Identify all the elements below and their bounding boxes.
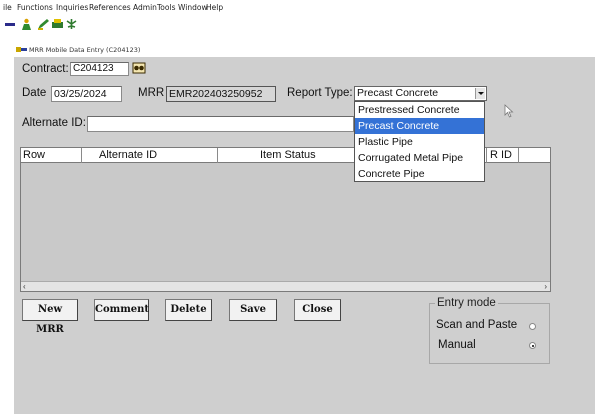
mrr-data-entry-window: MRR Mobile Data Entry (C204123) Contract… [14, 43, 595, 414]
window-app-icon [16, 47, 27, 52]
contract-label: Contract: [22, 63, 69, 75]
report-type-value: Precast Concrete [357, 87, 439, 99]
menu-references[interactable]: References [89, 3, 131, 12]
report-type-option[interactable]: Corrugated Metal Pipe [355, 150, 484, 166]
scan-and-paste-label[interactable]: Scan and Paste [436, 319, 517, 331]
manual-radio[interactable] [529, 342, 536, 349]
window-title: MRR Mobile Data Entry (C204123) [29, 46, 141, 54]
contract-field[interactable]: C204123 [70, 62, 129, 76]
menu-bar: ile Functions Inquiries References Admin… [0, 0, 595, 16]
scan-and-paste-radio[interactable] [529, 323, 536, 330]
menu-functions[interactable]: Functions [17, 3, 53, 12]
column-divider [518, 148, 519, 163]
report-type-option-selected[interactable]: Precast Concrete [355, 118, 484, 134]
print-icon[interactable] [51, 18, 64, 30]
scroll-right-icon[interactable]: › [544, 282, 547, 291]
scroll-left-icon[interactable]: ‹ [23, 282, 26, 291]
manual-label[interactable]: Manual [438, 339, 476, 351]
entry-mode-title: Entry mode [435, 297, 498, 309]
report-type-option[interactable]: Concrete Pipe [355, 166, 484, 182]
tree-icon[interactable] [65, 18, 78, 30]
report-type-select[interactable]: Precast Concrete [354, 86, 487, 101]
report-type-option[interactable]: Plastic Pipe [355, 134, 484, 150]
menu-inquiries[interactable]: Inquiries [56, 3, 88, 12]
binoculars-icon[interactable] [132, 62, 146, 74]
mrr-label: MRR [138, 87, 165, 99]
mrr-field: EMR202403250952 [166, 86, 276, 102]
menu-tools[interactable]: Tools [157, 3, 175, 12]
report-type-label: Report Type: [287, 87, 353, 99]
delete-button[interactable]: Delete [165, 299, 212, 321]
edit-icon[interactable] [37, 18, 50, 30]
horizontal-scrollbar[interactable]: ‹ › [21, 281, 550, 291]
column-divider [486, 148, 487, 163]
person-icon[interactable] [20, 18, 33, 30]
col-r-id[interactable]: R ID [490, 149, 512, 161]
chevron-down-icon[interactable] [475, 88, 485, 99]
report-type-dropdown: Prestressed Concrete Precast Concrete Pl… [354, 101, 485, 182]
column-divider [217, 148, 218, 163]
report-type-option[interactable]: Prestressed Concrete [355, 102, 484, 118]
menu-admin[interactable]: Admin [133, 3, 157, 12]
column-divider [81, 148, 82, 163]
comment-button[interactable]: Comment [94, 299, 149, 321]
date-label: Date [22, 87, 47, 99]
minimize-icon[interactable] [4, 18, 17, 30]
menu-file[interactable]: ile [3, 3, 12, 12]
close-button[interactable]: Close [294, 299, 341, 321]
col-item-status[interactable]: Item Status [260, 149, 316, 161]
new-mrr-button[interactable]: New MRR [22, 299, 78, 335]
menu-window[interactable]: Window [178, 3, 208, 12]
date-field[interactable]: 03/25/2024 [51, 86, 122, 102]
entry-mode-group: Entry mode Scan and Paste Manual [429, 297, 550, 364]
col-alternate-id[interactable]: Alternate ID [99, 149, 157, 161]
col-row[interactable]: Row [23, 149, 45, 161]
alternate-id-field[interactable] [87, 116, 354, 132]
save-button[interactable]: Save [229, 299, 277, 321]
alternate-id-label: Alternate ID: [22, 117, 86, 129]
window-titlebar: MRR Mobile Data Entry (C204123) [14, 43, 595, 57]
menu-help[interactable]: Help [206, 3, 223, 12]
mouse-pointer-icon [504, 104, 514, 118]
toolbar [0, 16, 595, 33]
